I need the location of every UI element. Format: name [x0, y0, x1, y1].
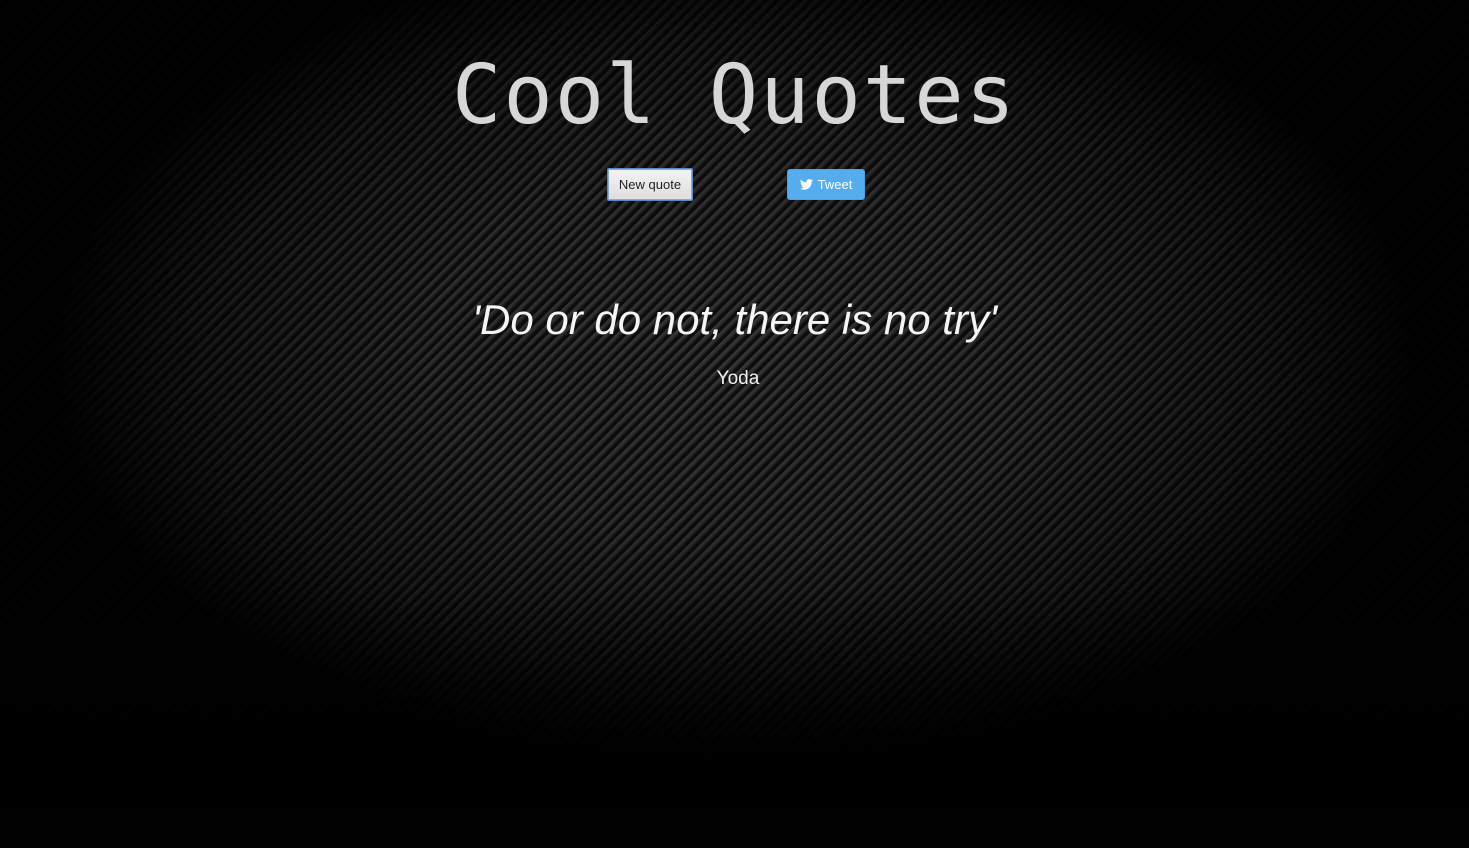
tweet-label: Tweet	[817, 177, 853, 192]
twitter-bird-icon	[799, 179, 813, 190]
quote-text: 'Do or do not, there is no try'	[472, 296, 997, 343]
quote-author: Yoda	[716, 368, 760, 389]
page-content: Cool Quotes New quote Tweet 'Do or do no…	[0, 0, 1469, 848]
page-title: Cool Quotes	[451, 48, 1018, 143]
new-quote-button[interactable]: New quote	[607, 168, 693, 201]
tweet-button[interactable]: Tweet	[787, 169, 865, 200]
